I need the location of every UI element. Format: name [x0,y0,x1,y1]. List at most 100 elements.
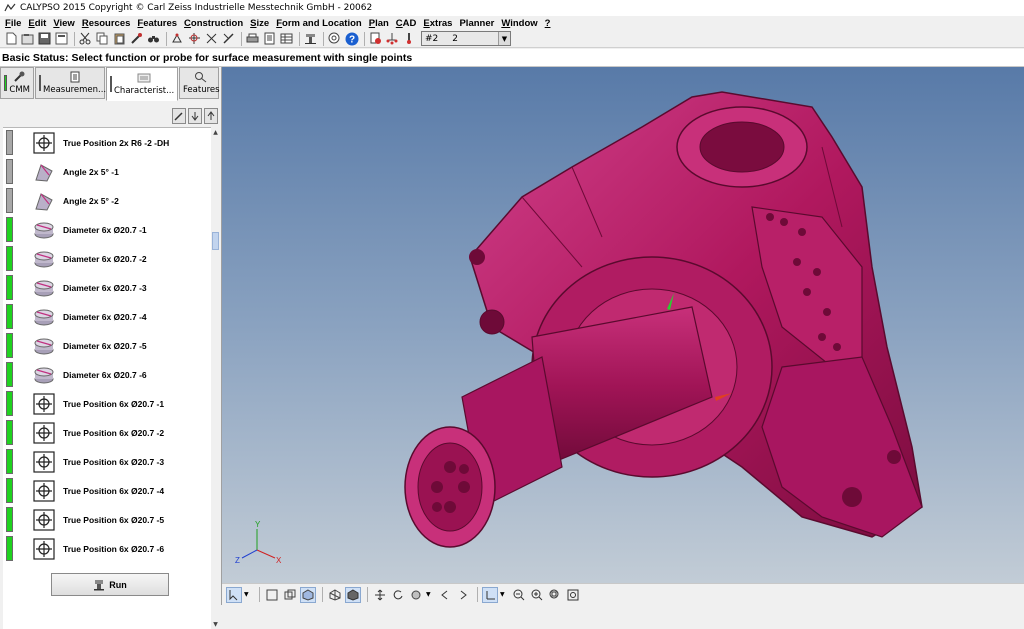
feature-tool-2-icon[interactable] [187,31,202,46]
coordinate-system-icon[interactable] [482,586,498,603]
characteristic-row[interactable]: Diameter 6x Ø20.7 -6 [3,360,211,389]
run-button[interactable]: Run [51,573,169,596]
svg-text:?: ? [348,34,354,45]
probe-icon[interactable] [129,31,144,46]
menu-cad[interactable]: CAD [393,18,421,29]
menu-construction[interactable]: Construction [181,18,247,29]
print-preview-icon[interactable] [54,31,69,46]
copy-icon[interactable] [95,31,110,46]
menu-features[interactable]: Features [134,18,181,29]
cmm-machine-icon[interactable] [303,31,318,46]
search-binoculars-icon[interactable] [146,31,161,46]
report-icon[interactable] [262,31,277,46]
status-indicator [6,188,13,213]
move-up-icon[interactable] [204,108,218,124]
true-position-icon [33,508,55,531]
menu-size[interactable]: Size [247,18,273,29]
save-icon[interactable] [37,31,52,46]
move-down-icon[interactable] [188,108,202,124]
zoom-fit-icon[interactable] [565,587,581,603]
pan-icon[interactable] [372,587,388,603]
menu-resources[interactable]: Resources [79,18,135,29]
steering-knuckle-model[interactable] [404,91,923,548]
rotate-icon[interactable] [390,587,406,603]
characteristic-label: True Position 6x Ø20.7 -2 [63,427,165,438]
status-indicator [6,449,13,474]
chevron-down-icon[interactable]: ▼ [500,591,508,598]
list-scrollbar[interactable]: ▲ ▼ [211,127,220,629]
paste-icon[interactable] [112,31,127,46]
chevron-down-icon[interactable]: ▼ [426,591,434,598]
characteristic-row[interactable]: Diameter 6x Ø20.7 -3 [3,273,211,302]
wireframe-icon[interactable] [327,587,343,603]
characteristic-row[interactable]: Diameter 6x Ø20.7 -4 [3,302,211,331]
cut-icon[interactable] [78,31,93,46]
menu-help[interactable]: ? [542,18,555,29]
characteristic-label: Diameter 6x Ø20.7 -1 [63,224,147,235]
characteristics-panel: CMM Measuremen... Characterist... Features … [0,67,222,629]
toolbar-separator [367,587,368,602]
probe-calibration-icon[interactable] [368,31,383,46]
help-icon[interactable]: ? [344,31,359,46]
view-direction-icon[interactable] [408,587,424,603]
menu-edit[interactable]: Edit [25,18,50,29]
characteristic-label: True Position 6x Ø20.7 -6 [63,543,165,554]
zoom-window-icon[interactable] [547,587,563,603]
feature-tool-3-icon[interactable] [204,31,219,46]
menu-form-and-location[interactable]: Form and Location [273,18,366,29]
characteristic-row[interactable]: True Position 6x Ø20.7 -4 [3,476,211,505]
stylus-system-icon[interactable] [385,31,400,46]
characteristic-row[interactable]: True Position 2x R6 -2 -DH [3,128,211,157]
measurement-plan-icon [68,71,82,83]
probe-change-icon[interactable] [402,31,417,46]
cad-viewport[interactable]: Y X Z [222,67,1024,583]
tab-characterist[interactable]: Characterist... [106,67,178,101]
table-icon[interactable] [279,31,294,46]
characteristic-row[interactable]: True Position 6x Ø20.7 -3 [3,447,211,476]
tab-features[interactable]: Features [179,67,220,99]
characteristic-row[interactable]: Diameter 6x Ø20.7 -2 [3,244,211,273]
tab-cmm[interactable]: CMM [0,67,34,99]
feature-tool-4-icon[interactable] [221,31,236,46]
characteristic-row[interactable]: Angle 2x 5° -2 [3,186,211,215]
menu-file[interactable]: File [2,18,25,29]
open-file-icon[interactable] [20,31,35,46]
tab-measuremen[interactable]: Measuremen... [35,67,106,99]
toolbar-separator [166,31,167,46]
menu-window[interactable]: Window [498,18,541,29]
menu-planner[interactable]: Planner [456,18,498,29]
new-file-icon[interactable] [3,31,18,46]
scroll-up-icon[interactable]: ▲ [211,127,220,137]
characteristic-row[interactable]: True Position 6x Ø20.7 -1 [3,389,211,418]
chevron-down-icon[interactable]: ▼ [498,32,510,45]
feature-view-icon[interactable] [264,587,280,603]
characteristic-row[interactable]: Diameter 6x Ø20.7 -5 [3,331,211,360]
characteristic-row[interactable]: Diameter 6x Ø20.7 -1 [3,215,211,244]
cad-view-icon[interactable] [282,587,298,603]
characteristic-row[interactable]: True Position 6x Ø20.7 -5 [3,505,211,534]
zoom-icon[interactable] [327,31,342,46]
menu-plan[interactable]: Plan [366,18,393,29]
menu-view[interactable]: View [50,18,78,29]
next-view-icon[interactable] [455,587,471,603]
shaded-icon[interactable] [345,586,361,603]
characteristic-row[interactable]: Angle 2x 5° -1 [3,157,211,186]
solid-view-icon[interactable] [300,586,316,603]
characteristic-row[interactable]: True Position 6x Ø20.7 -6 [3,534,211,563]
menu-extras[interactable]: Extras [420,18,456,29]
cad-model-view[interactable]: Y X Z [222,67,1024,583]
printer-icon[interactable] [245,31,260,46]
characteristic-label: True Position 2x R6 -2 -DH [63,137,170,148]
characteristic-label: True Position 6x Ø20.7 -1 [63,398,165,409]
zoom-out-icon[interactable] [511,587,527,603]
characteristic-row[interactable]: True Position 6x Ø20.7 -2 [3,418,211,447]
edit-pencil-icon[interactable] [172,108,186,124]
scrollbar-thumb[interactable] [212,232,219,250]
feature-tool-1-icon[interactable] [170,31,185,46]
zoom-in-icon[interactable] [529,587,545,603]
previous-view-icon[interactable] [437,587,453,603]
chevron-down-icon[interactable]: ▼ [244,591,252,598]
scroll-down-icon[interactable]: ▼ [211,619,220,629]
probe-selector-dropdown[interactable]: #2 2 ▼ [421,31,511,46]
select-mode-icon[interactable] [226,586,242,603]
